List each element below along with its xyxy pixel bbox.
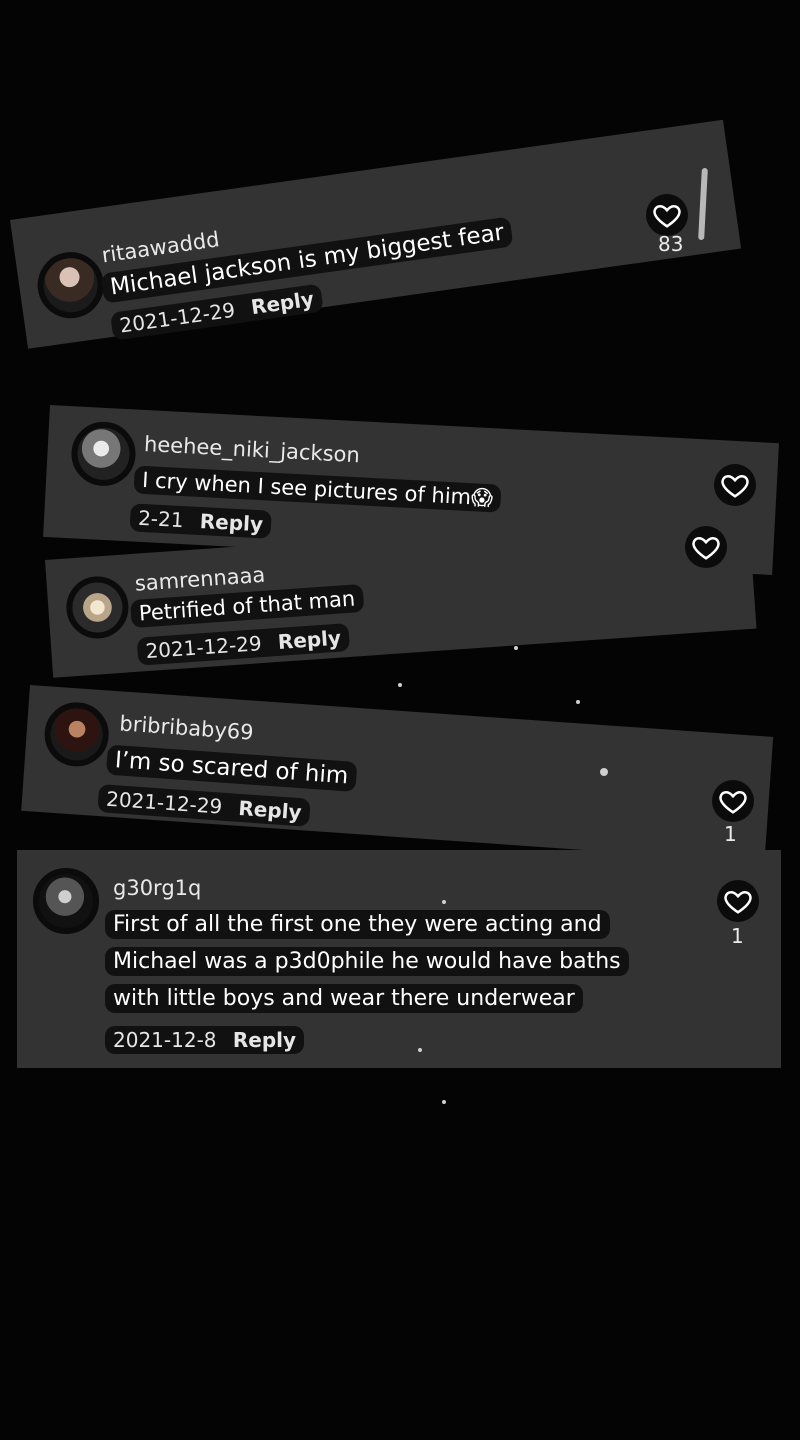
reply-button[interactable]: Reply [238, 796, 303, 824]
heart-icon[interactable] [717, 880, 759, 922]
background-speck [398, 683, 402, 687]
reply-button[interactable]: Reply [277, 626, 342, 654]
comment-card-1: ritaawaddd Michael jackson is my biggest… [10, 119, 742, 349]
background-speck [576, 700, 580, 704]
like-count: 1 [724, 822, 737, 846]
reply-button[interactable]: Reply [249, 287, 315, 320]
heart-icon[interactable] [685, 526, 727, 568]
comment-text-line-1: First of all the first one they were act… [105, 910, 610, 939]
comment-date: 2021-12-29 [144, 631, 263, 664]
comment-text-line-2: Michael was a p3d0phile he would have ba… [105, 947, 629, 976]
comment-date: 2021-12-29 [105, 786, 224, 819]
comment-username[interactable]: heehee_niki_jackson [143, 432, 360, 467]
avatar[interactable] [33, 247, 108, 323]
background-speck [418, 1048, 422, 1052]
comment-meta: 2-21 Reply [129, 503, 272, 539]
comment-meta: 2021-12-8 Reply [105, 1026, 305, 1054]
comment-username[interactable]: bribribaby69 [119, 711, 255, 744]
reply-button[interactable]: Reply [233, 1028, 296, 1052]
heart-icon[interactable] [714, 464, 756, 506]
comment-card-4: bribribaby69 I’m so scared of him 2021-1… [21, 685, 774, 863]
avatar[interactable] [69, 420, 138, 488]
comment-date: 2021-12-8 [113, 1028, 217, 1052]
avatar[interactable] [42, 700, 111, 769]
heart-icon[interactable] [712, 780, 754, 822]
background-speck [442, 1100, 446, 1104]
like-count: 1 [731, 924, 744, 948]
heart-icon[interactable] [646, 194, 688, 236]
comment-username[interactable]: samrennaaa [134, 563, 266, 596]
like-count: 83 [658, 232, 684, 256]
comment-text-line-3: with little boys and wear there underwea… [105, 984, 583, 1013]
comment-meta: 2021-12-29 Reply [136, 623, 350, 666]
comment-text: I’m so scared of him [105, 744, 358, 792]
comment-date: 2-21 [137, 505, 185, 533]
comment-username[interactable]: g30rg1q [113, 876, 201, 900]
comment-date: 2021-12-29 [118, 297, 237, 338]
avatar[interactable] [64, 574, 131, 641]
background-speck [514, 646, 518, 650]
background-speck [442, 900, 446, 904]
background-speck [600, 768, 608, 776]
comment-card-5: g30rg1q First of all the first one they … [17, 850, 781, 1068]
reply-button[interactable]: Reply [199, 509, 263, 536]
avatar[interactable] [33, 868, 99, 934]
comment-meta: 2021-12-29 Reply [97, 784, 311, 827]
